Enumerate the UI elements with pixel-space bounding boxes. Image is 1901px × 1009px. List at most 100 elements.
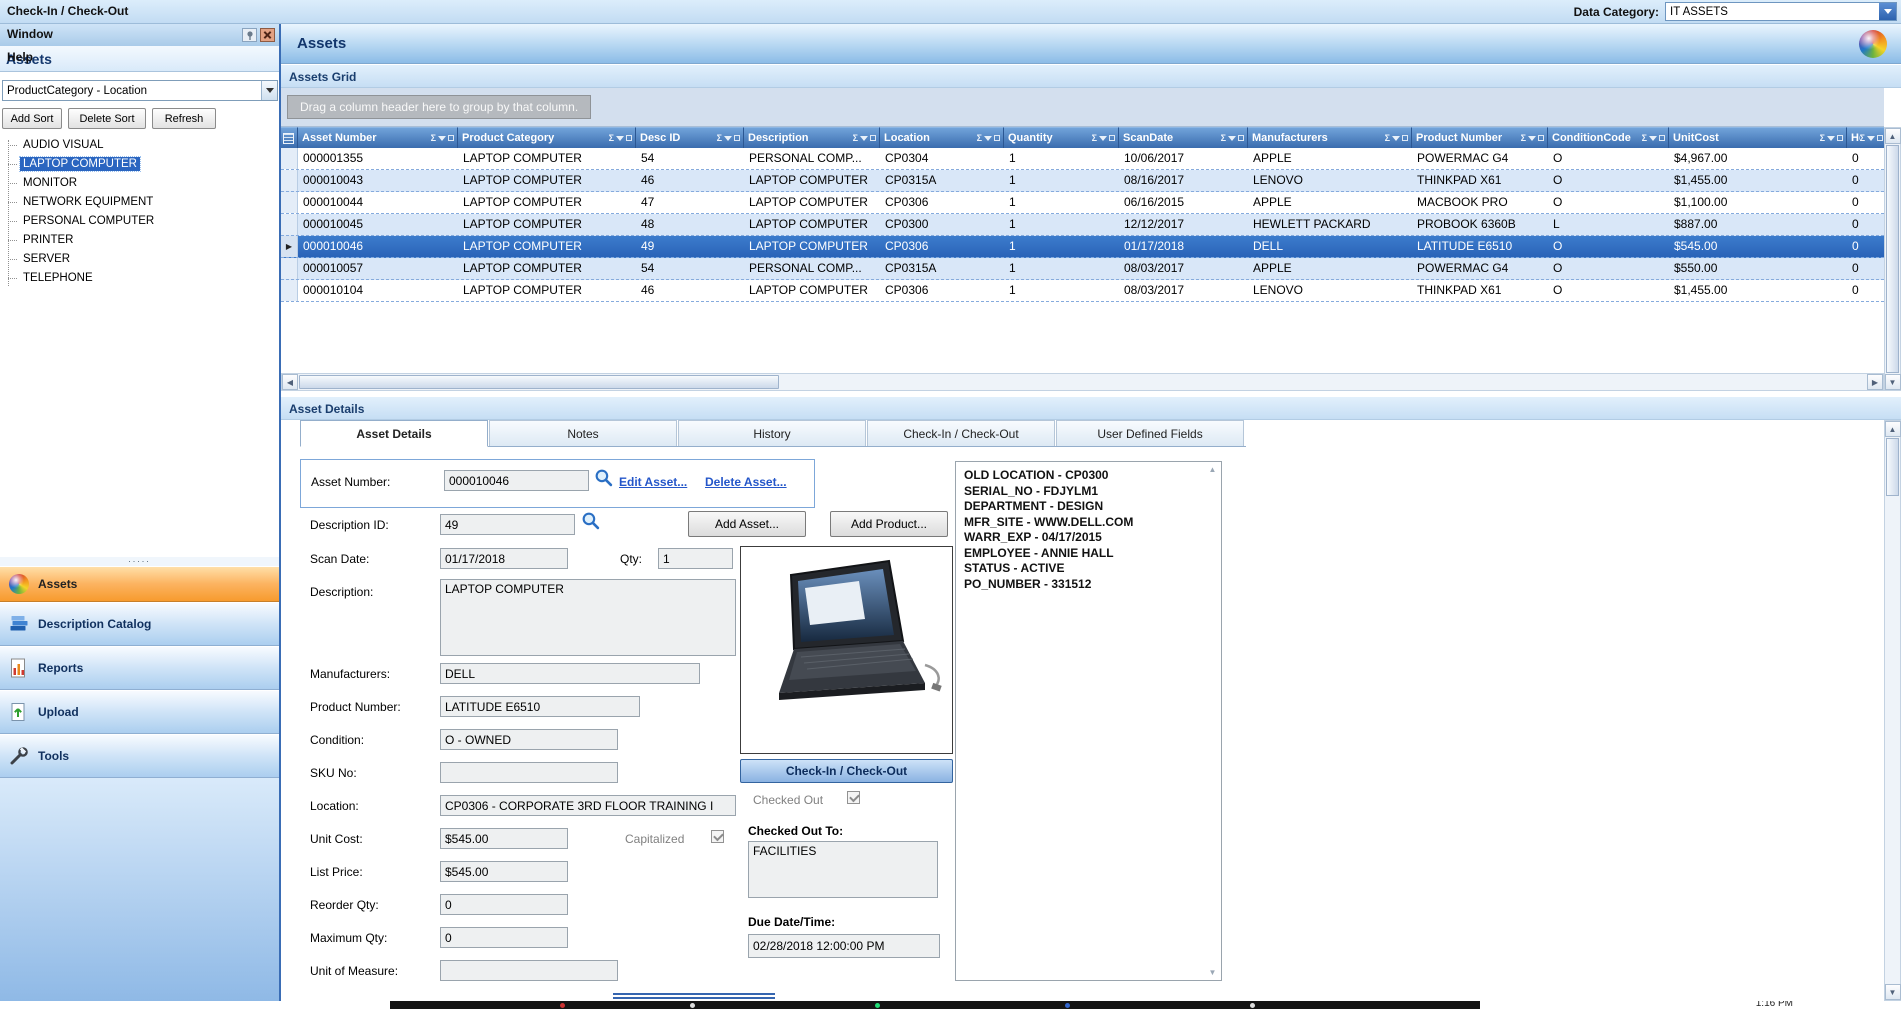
taskbar-icon[interactable] <box>1250 1003 1255 1008</box>
tab-user-defined-fields[interactable]: User Defined Fields <box>1056 420 1244 446</box>
table-row[interactable]: 000010044LAPTOP COMPUTER47LAPTOP COMPUTE… <box>281 192 1884 214</box>
group-by-bar[interactable]: Drag a column header here to group by th… <box>281 88 1884 127</box>
column-header-description[interactable]: DescriptionΣ <box>744 127 880 148</box>
sum-icon[interactable]: Σ <box>1092 133 1097 143</box>
data-category-select[interactable]: IT ASSETS <box>1665 2 1897 21</box>
taskbar-icons[interactable] <box>390 1001 1480 1009</box>
scrollbar-thumb[interactable] <box>299 375 779 389</box>
delete-sort-button[interactable]: Delete Sort <box>68 108 146 129</box>
scroll-up-icon[interactable]: ▲ <box>1205 465 1220 474</box>
splitter-handle[interactable]: ..... <box>0 557 279 566</box>
tree-item-printer[interactable]: PRINTER <box>4 231 277 250</box>
sum-icon[interactable]: Σ <box>853 133 858 143</box>
scroll-up-icon[interactable]: ▲ <box>1885 421 1901 437</box>
sum-icon[interactable]: Σ <box>1642 133 1647 143</box>
taskbar-icon[interactable] <box>1065 1003 1070 1008</box>
filter-icon[interactable] <box>616 136 624 141</box>
list-price-input[interactable] <box>440 861 568 882</box>
filter-icon[interactable] <box>1867 136 1875 141</box>
tree-item-server[interactable]: SERVER <box>4 250 277 269</box>
column-header-scandate[interactable]: ScanDateΣ <box>1119 127 1248 148</box>
column-header-asset-number[interactable]: Asset NumberΣ <box>298 127 458 148</box>
sum-icon[interactable]: Σ <box>1820 133 1825 143</box>
unit-of-measure-input[interactable] <box>440 960 618 981</box>
product-number-input[interactable] <box>440 696 640 717</box>
unit-cost-input[interactable] <box>440 828 568 849</box>
table-row[interactable]: 000001355LAPTOP COMPUTER54PERSONAL COMP.… <box>281 148 1884 170</box>
add-sort-button[interactable]: Add Sort <box>2 108 62 129</box>
scrollbar-thumb[interactable] <box>1886 438 1899 496</box>
column-header-desc-id[interactable]: Desc IDΣ <box>636 127 744 148</box>
column-menu-icon[interactable] <box>448 135 454 141</box>
sum-icon[interactable]: Σ <box>609 133 614 143</box>
column-menu-icon[interactable] <box>1659 135 1665 141</box>
grid-vertical-scrollbar[interactable]: ▲ ▼ <box>1884 127 1901 391</box>
filter-icon[interactable] <box>1392 136 1400 141</box>
description-id-input[interactable] <box>440 514 575 535</box>
filter-icon[interactable] <box>984 136 992 141</box>
filter-icon[interactable] <box>1528 136 1536 141</box>
column-menu-icon[interactable] <box>1402 135 1408 141</box>
sum-icon[interactable]: Σ <box>1221 133 1226 143</box>
tree-item-monitor[interactable]: MONITOR <box>4 174 277 193</box>
details-vertical-scrollbar[interactable]: ▲ ▼ <box>1884 420 1901 1001</box>
column-menu-icon[interactable] <box>734 135 740 141</box>
filter-icon[interactable] <box>438 136 446 141</box>
tree-item-audio-visual[interactable]: AUDIO VISUAL <box>4 136 277 155</box>
filter-icon[interactable] <box>724 136 732 141</box>
pin-icon[interactable] <box>242 28 257 42</box>
capitalized-checkbox[interactable] <box>711 830 724 843</box>
nav-item-description-catalog[interactable]: Description Catalog <box>0 602 279 646</box>
reorder-qty-input[interactable] <box>440 894 568 915</box>
filter-icon[interactable] <box>1099 136 1107 141</box>
taskbar-icon[interactable] <box>875 1003 880 1008</box>
tree-item-telephone[interactable]: TELEPHONE <box>4 269 277 288</box>
filter-icon[interactable] <box>860 136 868 141</box>
search-icon[interactable] <box>594 468 614 488</box>
table-row[interactable]: 000010043LAPTOP COMPUTER46LAPTOP COMPUTE… <box>281 170 1884 192</box>
column-menu-icon[interactable] <box>1238 135 1244 141</box>
asset-number-input[interactable] <box>444 470 589 491</box>
column-header-manufacturers[interactable]: ManufacturersΣ <box>1248 127 1412 148</box>
column-header-quantity[interactable]: QuantityΣ <box>1004 127 1119 148</box>
sku-input[interactable] <box>440 762 618 783</box>
column-menu-icon[interactable] <box>626 135 632 141</box>
nav-item-upload[interactable]: Upload <box>0 690 279 734</box>
scrollbar-thumb[interactable] <box>1886 145 1899 373</box>
sum-icon[interactable]: Σ <box>1521 133 1526 143</box>
checked-out-to-textarea[interactable]: FACILITIES <box>748 841 938 898</box>
table-row[interactable]: ▶000010046LAPTOP COMPUTER49LAPTOP COMPUT… <box>281 236 1884 258</box>
location-input[interactable] <box>440 795 736 816</box>
sum-icon[interactable]: Σ <box>431 133 436 143</box>
scan-date-input[interactable] <box>440 548 568 569</box>
scroll-up-icon[interactable]: ▲ <box>1885 128 1901 144</box>
qty-input[interactable] <box>658 548 733 569</box>
taskbar-icon[interactable] <box>690 1003 695 1008</box>
column-header-conditioncode[interactable]: ConditionCodeΣ <box>1548 127 1669 148</box>
check-in-check-out-button[interactable]: Check-In / Check-Out <box>740 759 953 783</box>
column-menu-icon[interactable] <box>1877 135 1883 141</box>
add-asset-button[interactable]: Add Asset... <box>688 511 806 537</box>
column-menu-icon[interactable] <box>994 135 1000 141</box>
dropdown-arrow-icon[interactable] <box>1879 3 1896 20</box>
sum-icon[interactable]: Σ <box>977 133 982 143</box>
menu-help[interactable]: Help <box>0 46 135 69</box>
sum-icon[interactable]: Σ <box>717 133 722 143</box>
maximum-qty-input[interactable] <box>440 927 568 948</box>
sort-dropdown[interactable]: ProductCategory - Location <box>2 80 278 101</box>
tab-history[interactable]: History <box>678 420 866 446</box>
due-date-input[interactable] <box>748 934 940 958</box>
close-icon[interactable] <box>260 28 275 42</box>
menu-window[interactable]: Window <box>0 23 135 46</box>
table-row[interactable]: 000010104LAPTOP COMPUTER46LAPTOP COMPUTE… <box>281 280 1884 302</box>
scroll-left-icon[interactable]: ◀ <box>282 374 298 390</box>
delete-asset-link[interactable]: Delete Asset... <box>705 475 787 489</box>
tree-item-network-equipment[interactable]: NETWORK EQUIPMENT <box>4 193 277 212</box>
scroll-right-icon[interactable]: ▶ <box>1867 374 1883 390</box>
filter-icon[interactable] <box>1649 136 1657 141</box>
refresh-button[interactable]: Refresh <box>152 108 216 129</box>
column-menu-icon[interactable] <box>1109 135 1115 141</box>
description-textarea[interactable]: LAPTOP COMPUTER <box>440 579 736 656</box>
tree-item-laptop-computer[interactable]: LAPTOP COMPUTER <box>4 155 277 174</box>
column-header-product-category[interactable]: Product CategoryΣ <box>458 127 636 148</box>
